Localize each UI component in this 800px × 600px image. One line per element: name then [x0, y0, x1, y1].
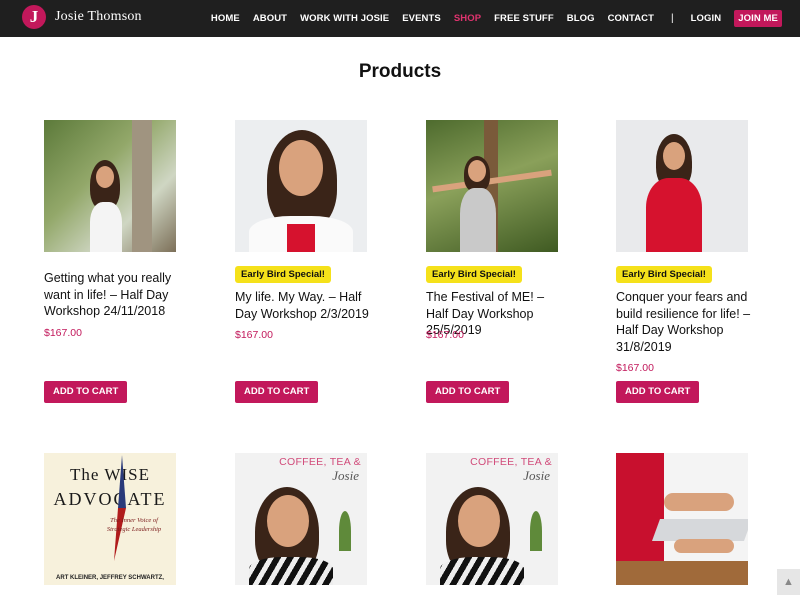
product-name[interactable]: My life. My Way. – Half Day Workshop 2/3… — [235, 289, 375, 322]
coffee-name: Josie — [332, 468, 359, 483]
product-price: $167.00 — [426, 329, 464, 341]
add-to-cart-button[interactable]: ADD TO CART — [235, 381, 319, 403]
product-price: $167.00 — [44, 327, 82, 339]
product-price: $167.00 — [616, 362, 654, 374]
product-image-white-jacket-portrait[interactable] — [235, 120, 367, 252]
product-price: $167.00 — [235, 329, 273, 341]
join-me-button[interactable]: JOIN ME — [734, 10, 782, 27]
product-image-red-dress-portrait[interactable] — [616, 120, 748, 252]
book-subtitle: The Inner Voice of Strategic Leadership — [106, 517, 162, 533]
brand-name[interactable]: Josie Thomson — [55, 9, 142, 25]
page-title: Products — [358, 61, 442, 82]
coffee-title: COFFEE, TEA & — [279, 456, 361, 468]
nav-home[interactable]: HOME — [211, 13, 240, 24]
scroll-to-top-button[interactable]: ▲ — [777, 569, 800, 595]
product-image-book-cover[interactable]: The WISE ADVOCATE The Inner Voice of Str… — [44, 453, 176, 585]
product-image-coffee-tea-josie[interactable]: COFFEE, TEA & Josie — [235, 453, 367, 585]
add-to-cart-button[interactable]: ADD TO CART — [616, 381, 700, 403]
early-bird-badge: Early Bird Special! — [426, 266, 522, 283]
logo-icon[interactable]: J — [22, 5, 46, 29]
product-image-garden-portrait[interactable] — [44, 120, 176, 252]
main-nav: HOME ABOUT WORK WITH JOSIE EVENTS SHOP F… — [198, 0, 782, 37]
product-name[interactable]: Conquer your fears and build resilience … — [616, 289, 756, 355]
product-image-arms-open-portrait[interactable] — [426, 120, 558, 252]
nav-shop[interactable]: SHOP — [454, 13, 481, 24]
nav-login[interactable]: LOGIN — [691, 13, 722, 24]
product-name[interactable]: Getting what you really want in life! – … — [44, 270, 184, 320]
coffee-title: COFFEE, TEA & — [470, 456, 552, 468]
coffee-name: Josie — [523, 468, 550, 483]
nav-free-stuff[interactable]: FREE STUFF — [494, 13, 554, 24]
nav-events[interactable]: EVENTS — [402, 13, 441, 24]
nav-work-with-josie[interactable]: WORK WITH JOSIE — [300, 13, 389, 24]
nav-about[interactable]: ABOUT — [253, 13, 287, 24]
nav-contact[interactable]: CONTACT — [608, 13, 654, 24]
product-image-coffee-tea-josie[interactable]: COFFEE, TEA & Josie — [426, 453, 558, 585]
site-header: J Josie Thomson HOME ABOUT WORK WITH JOS… — [0, 0, 800, 37]
chevron-up-icon: ▲ — [783, 576, 794, 588]
nav-separator: | — [671, 13, 674, 24]
nav-blog[interactable]: BLOG — [567, 13, 595, 24]
early-bird-badge: Early Bird Special! — [235, 266, 331, 283]
add-to-cart-button[interactable]: ADD TO CART — [44, 381, 128, 403]
compass-needle-icon — [114, 455, 126, 561]
product-image-laptop[interactable] — [616, 453, 748, 585]
add-to-cart-button[interactable]: ADD TO CART — [426, 381, 510, 403]
early-bird-badge: Early Bird Special! — [616, 266, 712, 283]
book-authors: ART KLEINER, JEFFREY SCHWARTZ, — [56, 575, 164, 581]
